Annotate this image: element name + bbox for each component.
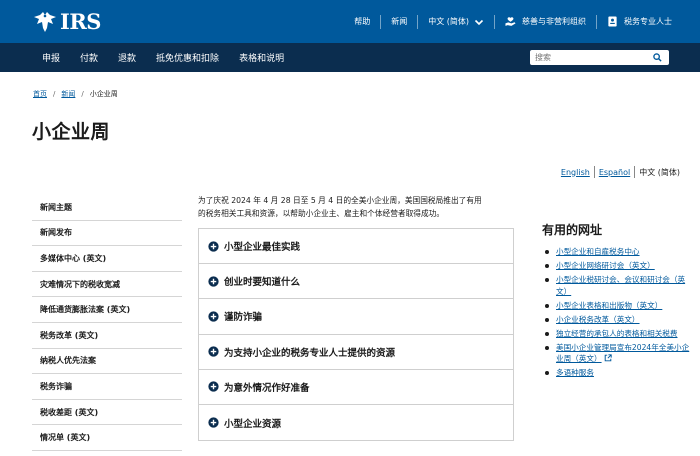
breadcrumb-news[interactable]: 新闻 [61,89,75,99]
intro-text: 为了庆祝 2024 年 4 月 28 日至 5 月 4 日的全美小企业周，美国国… [198,194,518,220]
useful-link[interactable]: 小型企业网络研讨会（英文） [556,261,655,270]
plus-circle-icon [208,276,219,287]
sidebar-item-news-topics[interactable]: 新闻主题 [32,195,182,221]
sidebar-item-news-releases[interactable]: 新闻发布 [32,221,182,247]
useful-link[interactable]: 小企业税务改革（英文） [556,315,640,324]
breadcrumb-current: 小企业周 [89,90,118,98]
language-label: 中文 (简体) [428,17,469,26]
plus-circle-icon [208,311,219,322]
lang-spanish[interactable]: Español [599,168,630,177]
list-item: 小型企业表格和出版物（英文） [542,300,694,312]
site-header: IRS 帮助 新闻 中文 (简体) 慈善与非营利组织 税务专业人士 [0,0,700,43]
sidebar-item-tax-scams[interactable]: 税务诈骗 [32,374,182,400]
list-item: 小型企业和自雇税务中心 [542,246,694,258]
list-item: 独立经营的承包人的表格和相关税费 [542,328,694,340]
accordion: 小型企业最佳实践 创业时要知道什么 谨防诈骗 为支持小企业的税务专业人士提供的资… [198,228,514,442]
nav-pay[interactable]: 付款 [80,51,98,64]
list-item: 美国小企业管理局宣布2024年全美小企业周（英文） [542,342,694,365]
plus-circle-icon [208,417,219,428]
nav-forms-instructions[interactable]: 表格和说明 [239,51,284,64]
accordion-label: 为意外情况作好准备 [224,382,310,394]
useful-link[interactable]: 独立经营的承包人的表格和相关税费 [556,329,678,338]
lang-english[interactable]: English [561,168,590,177]
hand-heart-icon [505,17,516,26]
useful-link[interactable]: 小型企业和自雇税务中心 [556,247,640,256]
sidebar-item-fact-sheets[interactable]: 情况单 (英文) [32,425,182,451]
useful-link[interactable]: 小型企业表格和出版物（英文） [556,301,662,310]
chevron-down-icon [474,19,484,25]
search-button[interactable] [650,51,664,64]
nav-refunds[interactable]: 退款 [118,51,136,64]
sidebar-item-tax-gap[interactable]: 税收差距 (英文) [32,400,182,426]
accordion-label: 谨防诈骗 [224,312,263,324]
sidebar-item-inflation-reduction[interactable]: 降低通货膨胀法案 (英文) [32,297,182,323]
accordion-label: 创业时要知道什么 [224,277,301,289]
breadcrumb-home[interactable]: 首页 [33,89,47,99]
useful-links-title: 有用的网址 [542,223,603,237]
nav-credits-deductions[interactable]: 抵免优惠和扣除 [156,51,219,64]
useful-links-list: 小型企业和自雇税务中心 小型企业网络研讨会（英文） 小型企业税研讨会、会议和研讨… [542,246,694,379]
search-icon [652,53,662,62]
divider [380,14,382,29]
irs-logo[interactable]: IRS [32,10,101,34]
accordion-item-resources[interactable]: 小型企业资源 [199,405,513,440]
search-box [530,50,669,65]
logo-text: IRS [60,9,101,34]
divider [634,166,636,178]
external-link-icon [604,354,612,362]
plus-circle-icon [208,240,219,252]
page-title: 小企业周 [32,121,111,143]
news-link[interactable]: 新闻 [391,16,407,27]
accordion-label: 小型企业资源 [224,418,282,430]
list-item: 小企业税务改革（英文） [542,314,694,326]
list-item: 小型企业网络研讨会（英文） [542,260,694,272]
divider [417,14,419,29]
useful-link[interactable]: 多语种服务 [556,368,594,377]
intro-line: 的税务相关工具和资源，以帮助小企业主、雇主和个体经营者取得成功。 [198,209,445,218]
useful-links-panel: 有用的网址 小型企业和自雇税务中心 小型企业网络研讨会（英文） 小型企业税研讨会… [542,221,694,381]
plus-circle-icon [208,346,219,357]
plus-circle-icon [208,381,219,392]
accordion-item-starting-business[interactable]: 创业时要知道什么 [199,264,513,300]
nav-file[interactable]: 申报 [42,51,60,64]
sidebar-item-taxpayer-first[interactable]: 纳税人优先法案 [32,349,182,375]
sidebar-item-multimedia[interactable]: 多媒体中心 (英文) [32,246,182,272]
accordion-item-scams[interactable]: 谨防诈骗 [199,299,513,335]
id-card-icon [608,16,617,27]
divider [494,14,495,29]
charities-label: 慈善与非营利组织 [522,17,586,26]
sidebar-item-disaster-relief[interactable]: 灾难情况下的税收宽减 [32,272,182,298]
help-link[interactable]: 帮助 [354,16,370,27]
accordion-label: 为支持小企业的税务专业人士提供的资源 [224,347,396,359]
accordion-item-tax-pro-resources[interactable]: 为支持小企业的税务专业人士提供的资源 [199,335,513,370]
lang-chinese-current: 中文 (简体) [639,167,680,177]
useful-link[interactable]: 小型企业税研讨会、会议和研讨会（英文） [556,275,685,296]
accordion-item-emergency-prep[interactable]: 为意外情况作好准备 [199,370,513,405]
divider [596,14,597,29]
sidebar-item-tax-reform[interactable]: 税务改革 (英文) [32,323,182,349]
list-item: 多语种服务 [542,367,694,379]
intro-line: 为了庆祝 2024 年 4 月 28 日至 5 月 4 日的全美小企业周，美国国… [198,196,482,205]
breadcrumb-separator: / [81,90,84,98]
language-switcher: English Español 中文 (简体) [561,166,680,178]
divider [593,166,595,178]
accordion-item-best-practices[interactable]: 小型企业最佳实践 [199,229,513,265]
language-dropdown[interactable]: 中文 (简体) [428,16,484,27]
search-input[interactable] [530,51,650,64]
accordion-label: 小型企业最佳实践 [224,242,301,254]
sidebar-nav: 新闻主题 新闻发布 多媒体中心 (英文) 灾难情况下的税收宽减 降低通货膨胀法案… [32,195,182,451]
useful-link[interactable]: 美国小企业管理局宣布2024年全美小企业周（英文） [556,343,689,364]
charities-link[interactable]: 慈善与非营利组织 [505,16,586,27]
tax-pros-label: 税务专业人士 [624,17,672,26]
list-item: 小型企业税研讨会、会议和研讨会（英文） [542,274,694,297]
breadcrumb-separator: / [53,90,56,98]
tax-pros-link[interactable]: 税务专业人士 [607,16,672,27]
breadcrumb: 首页 / 新闻 / 小企业周 [33,89,118,99]
utility-links: 帮助 新闻 中文 (简体) 慈善与非营利组织 税务专业人士 [354,0,700,43]
eagle-logo-icon [34,12,56,32]
